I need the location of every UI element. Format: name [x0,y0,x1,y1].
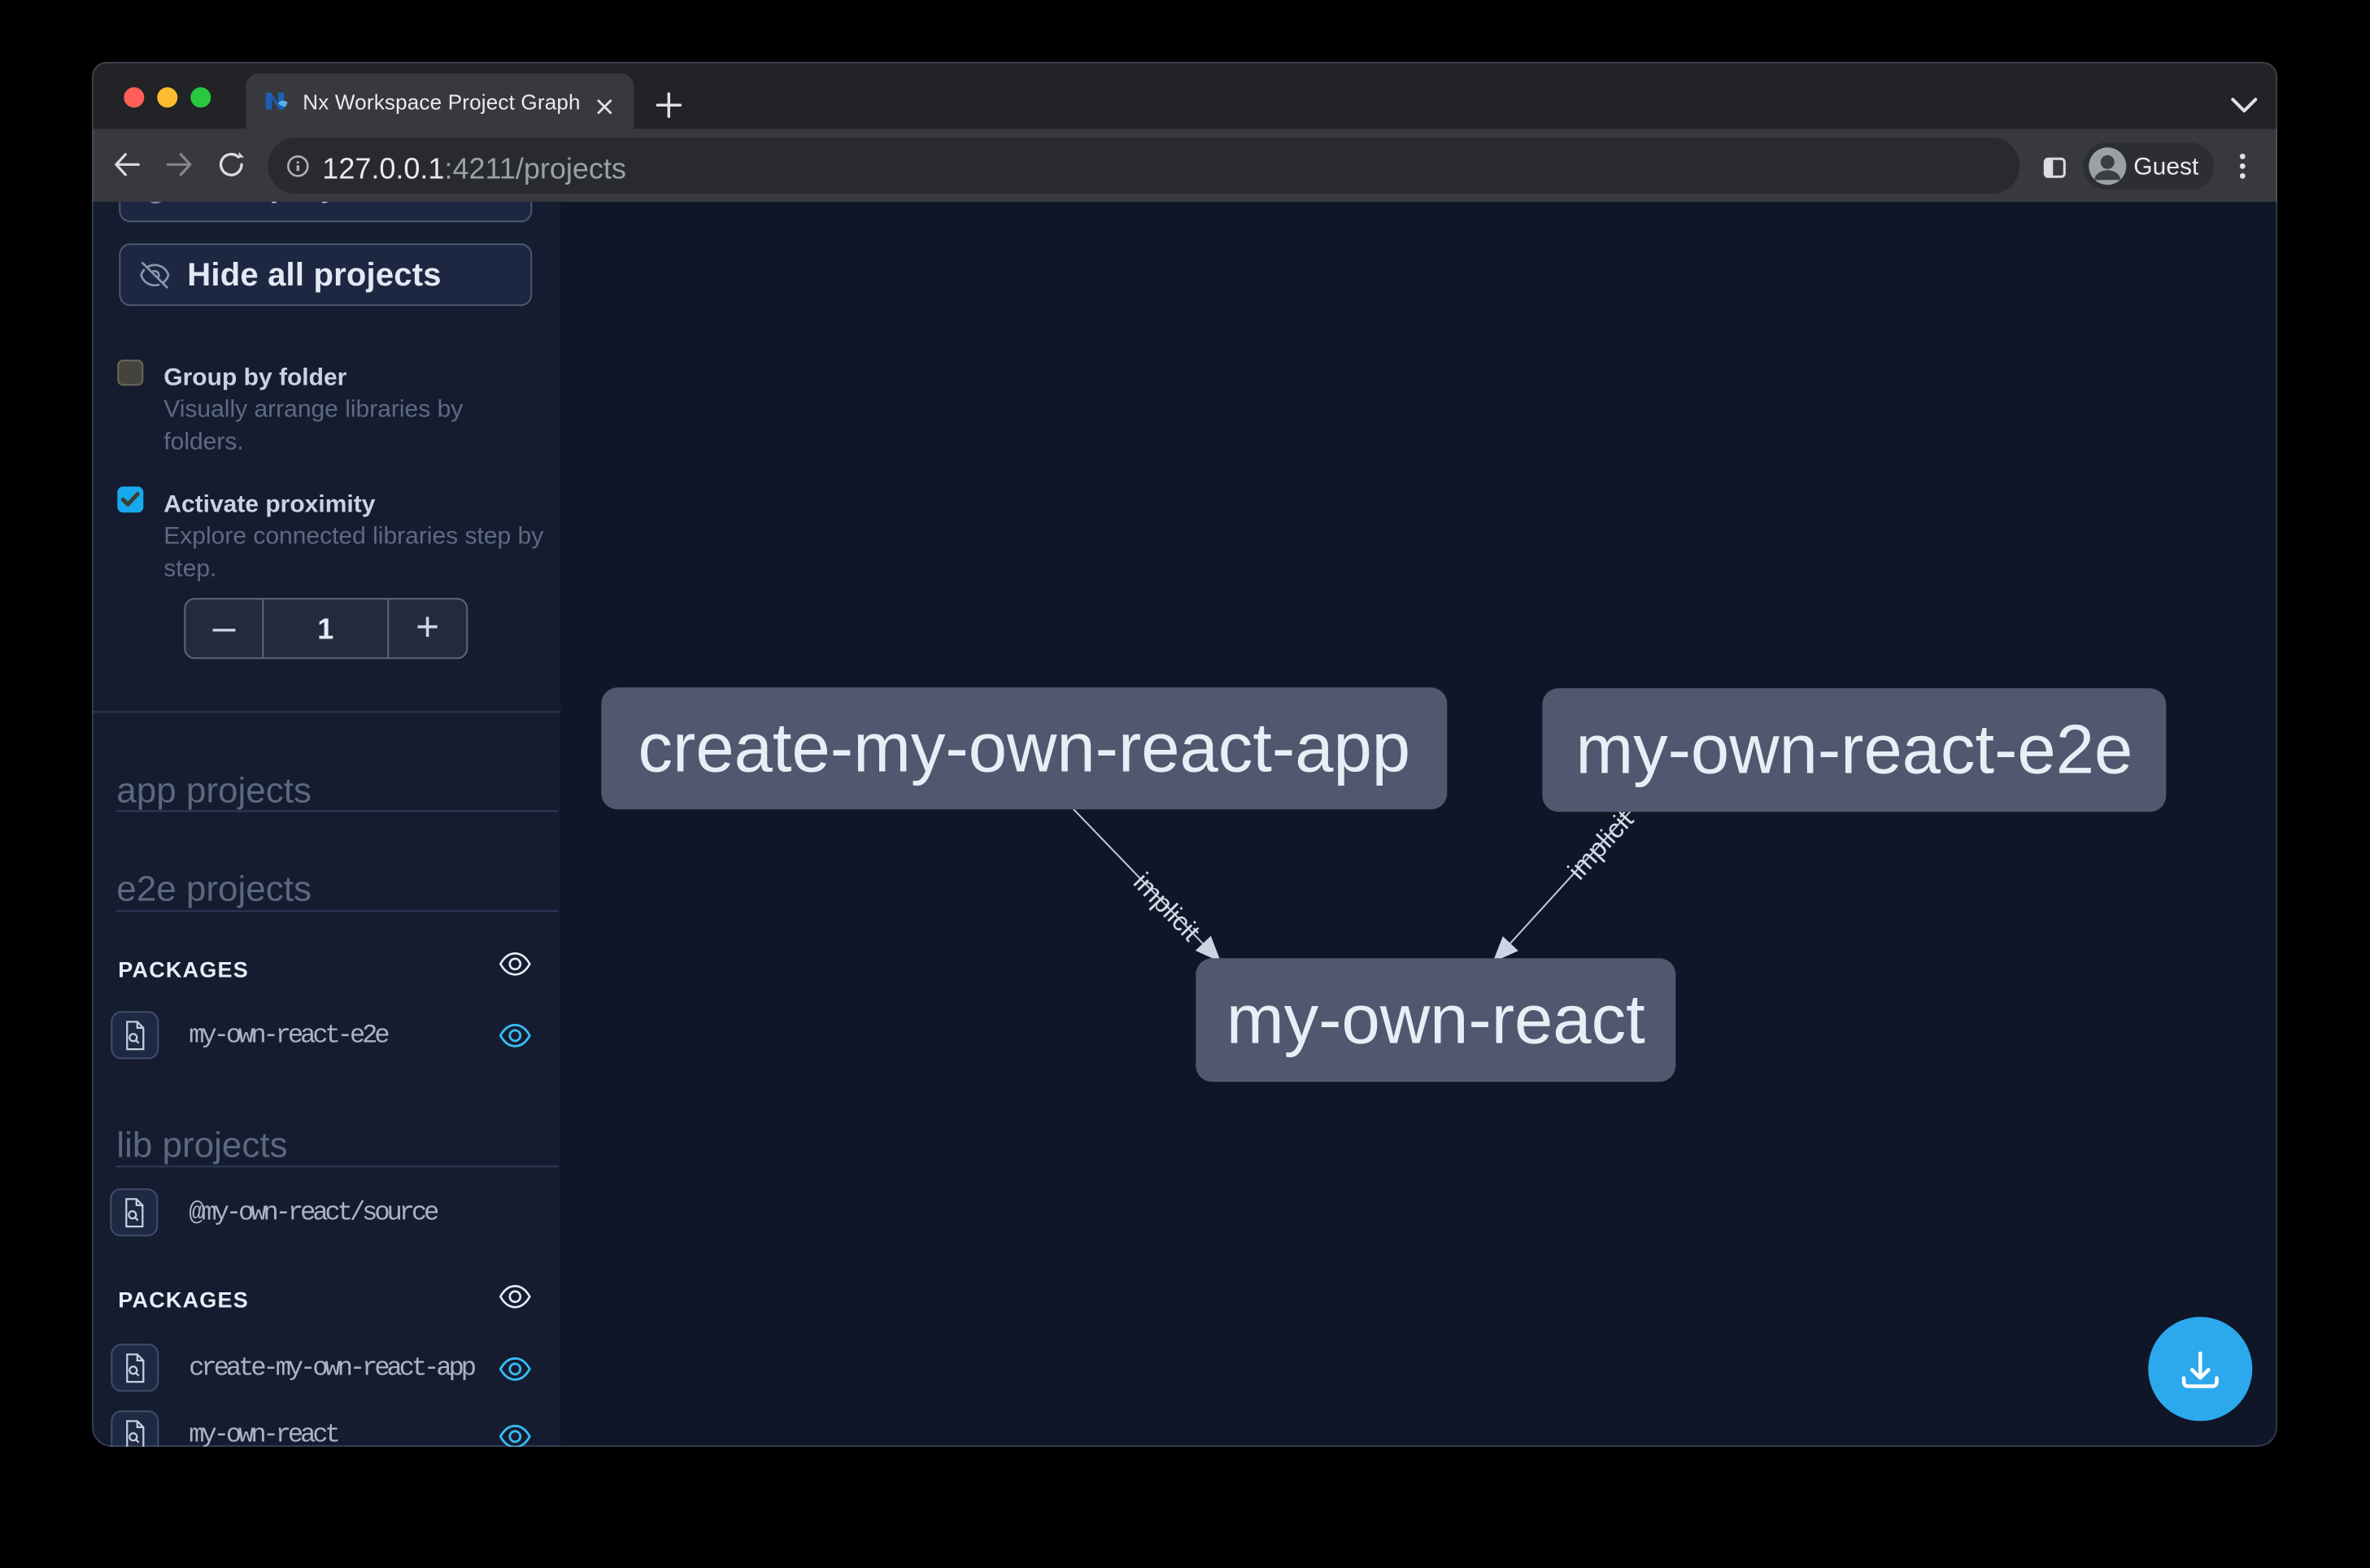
svg-text:implicit: implicit [1128,866,1207,946]
svg-text:implicit: implicit [1562,804,1639,885]
